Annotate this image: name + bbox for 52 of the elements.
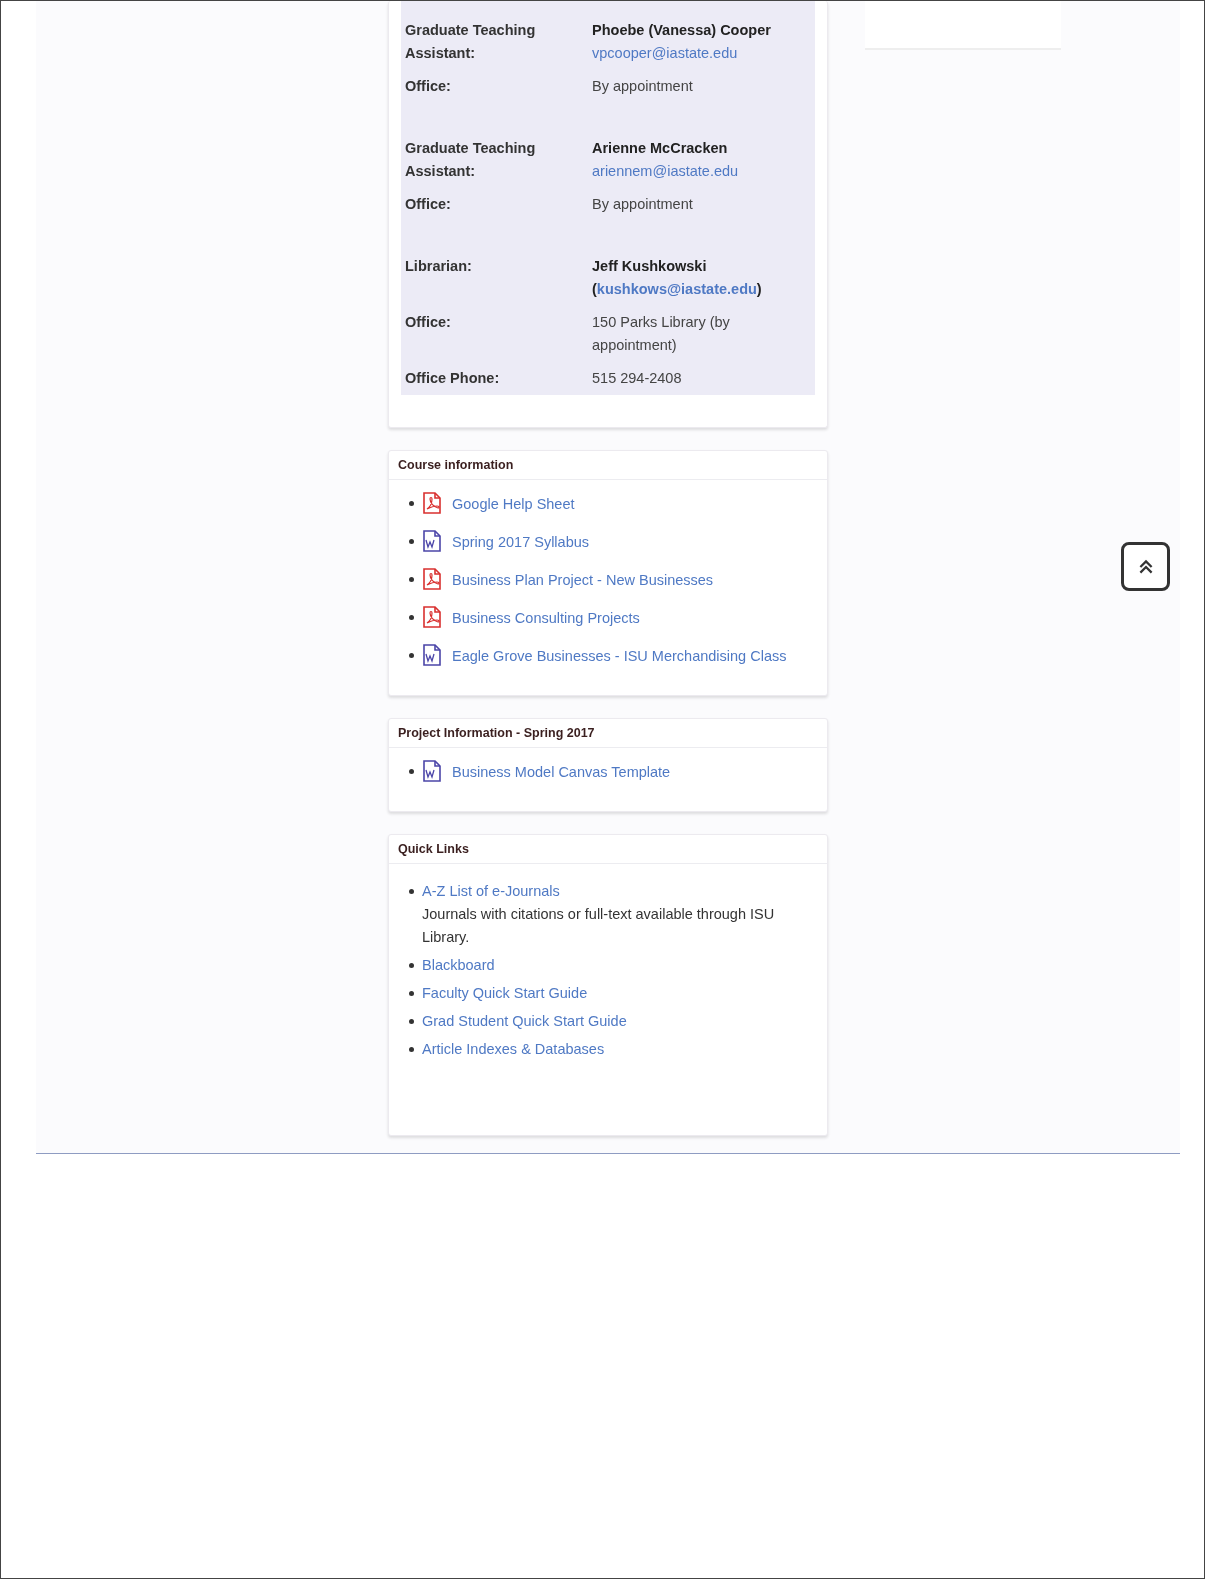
field-label: Office: [405, 77, 452, 96]
pdf-file-icon [422, 606, 442, 628]
email-link[interactable]: vpcooper@iastate.edu [592, 42, 738, 65]
field-label: Office: [405, 195, 452, 214]
field-value: By appointment [592, 77, 694, 96]
word-file-icon [422, 760, 442, 782]
pdf-file-icon [422, 492, 442, 514]
section-title: Course information [389, 451, 827, 480]
person-name: Arienne McCracken [592, 139, 729, 158]
field-value: By appointment [592, 195, 694, 214]
file-link[interactable]: Google Help Sheet [452, 496, 575, 512]
bullet-icon [409, 577, 414, 582]
field-value: 515 294-2408 [592, 369, 683, 388]
section-title: Project Information - Spring 2017 [389, 719, 827, 748]
email-link[interactable]: kushkows@iastate.edu [596, 281, 757, 297]
word-file-icon [422, 644, 442, 666]
field-label: Graduate Teaching Assistant: [405, 139, 537, 181]
quick-link[interactable]: Article Indexes & Databases [422, 1038, 605, 1061]
bullet-icon [409, 769, 414, 774]
bullet-icon [409, 615, 414, 620]
field-label: Graduate Teaching Assistant: [405, 21, 537, 63]
parenthesis: ) [756, 281, 762, 297]
section-title: Quick Links [389, 835, 827, 864]
bullet-icon [409, 539, 414, 544]
pdf-file-icon [422, 568, 442, 590]
file-link[interactable]: Spring 2017 Syllabus [452, 534, 590, 550]
quick-link[interactable]: A-Z List of e-Journals [422, 880, 560, 903]
field-label: Office: [405, 313, 452, 332]
file-link[interactable]: Business Model Canvas Template [452, 764, 671, 780]
link-description: Journals with citations or full-text available through ISU Library. [422, 905, 776, 947]
back-to-top-button[interactable] [1121, 542, 1170, 591]
bullet-icon [409, 963, 414, 968]
person-name: Jeff Kushkowski [592, 257, 708, 276]
field-label: Office Phone: [405, 369, 501, 388]
bullet-icon [409, 889, 414, 894]
bullet-icon [409, 501, 414, 506]
person-name: Phoebe (Vanessa) Cooper [592, 21, 772, 40]
file-link[interactable]: Business Consulting Projects [452, 610, 640, 626]
field-value: 150 Parks Library (by appointment) [592, 313, 731, 355]
bullet-icon [409, 1019, 414, 1024]
quick-link[interactable]: Blackboard [422, 954, 495, 977]
bullet-icon [409, 991, 414, 996]
bullet-icon [409, 653, 414, 658]
email-link[interactable]: ariennem@iastate.edu [592, 160, 739, 183]
parenthesis: ( [592, 281, 597, 297]
file-link[interactable]: Business Plan Project - New Businesses [452, 572, 714, 588]
file-link[interactable]: Eagle Grove Businesses - ISU Merchandising Class [452, 648, 787, 664]
quick-link[interactable]: Grad Student Quick Start Guide [422, 1010, 627, 1033]
bullet-icon [409, 1047, 414, 1052]
field-label: Librarian: [405, 257, 473, 276]
word-file-icon [422, 530, 442, 552]
quick-link[interactable]: Faculty Quick Start Guide [422, 982, 588, 1005]
